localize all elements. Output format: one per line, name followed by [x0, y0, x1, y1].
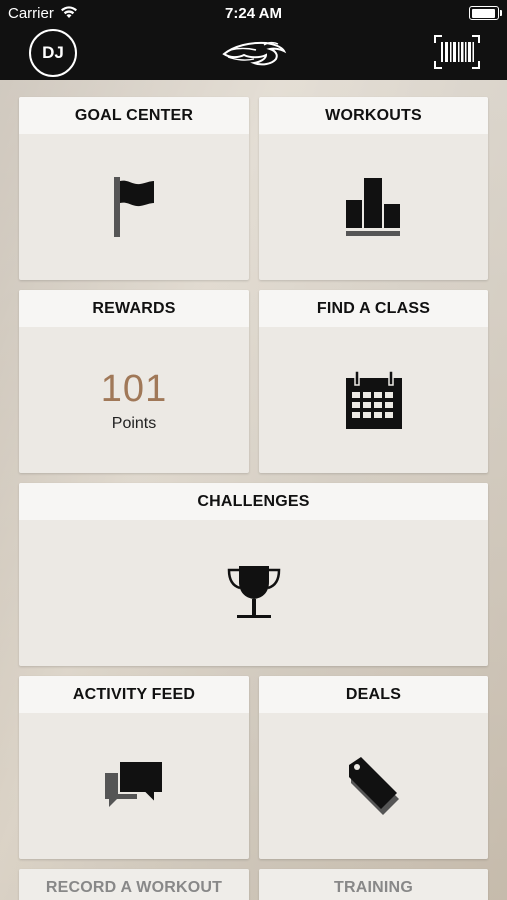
tile-workouts[interactable]: WORKOUTS: [259, 97, 488, 280]
tile-deals-label: DEALS: [259, 676, 488, 713]
tile-deals[interactable]: DEALS: [259, 676, 488, 859]
battery-icon: [469, 6, 502, 20]
horse-logo-icon[interactable]: [220, 36, 288, 70]
calendar-icon: [345, 370, 402, 429]
nav-bar: DJ: [0, 26, 507, 80]
avatar[interactable]: DJ: [29, 29, 77, 77]
tile-training[interactable]: TRAINING: [259, 869, 488, 900]
tile-goal-center[interactable]: GOAL CENTER: [19, 97, 249, 280]
status-bar: Carrier 7:24 AM: [0, 0, 507, 26]
barcode-scan-icon[interactable]: [433, 34, 481, 70]
tile-find-a-class-label: FIND A CLASS: [259, 290, 488, 327]
bar-chart-icon: [345, 178, 400, 236]
rewards-points-label: Points: [111, 414, 157, 432]
avatar-initials: DJ: [42, 43, 64, 62]
clock-time: 7:24 AM: [225, 5, 282, 22]
tile-rewards-label: REWARDS: [19, 290, 249, 327]
rewards-points-value: 101: [100, 367, 168, 410]
tile-challenges-label: CHALLENGES: [19, 483, 488, 520]
tile-record-a-workout[interactable]: RECORD A WORKOUT: [19, 869, 249, 900]
tile-training-label: TRAINING: [259, 869, 488, 900]
tile-record-a-workout-label: RECORD A WORKOUT: [19, 869, 249, 900]
tile-challenges[interactable]: CHALLENGES: [19, 483, 488, 666]
tile-activity-feed[interactable]: ACTIVITY FEED: [19, 676, 249, 859]
tile-goal-center-label: GOAL CENTER: [19, 97, 249, 134]
tile-workouts-label: WORKOUTS: [259, 97, 488, 134]
tile-activity-feed-label: ACTIVITY FEED: [19, 676, 249, 713]
tile-rewards[interactable]: REWARDS 101 Points: [19, 290, 249, 473]
price-tag-icon: [348, 757, 399, 815]
tile-find-a-class[interactable]: FIND A CLASS: [259, 290, 488, 473]
trophy-icon: [227, 566, 280, 618]
flag-icon: [114, 177, 154, 237]
chat-bubbles-icon: [105, 760, 164, 807]
